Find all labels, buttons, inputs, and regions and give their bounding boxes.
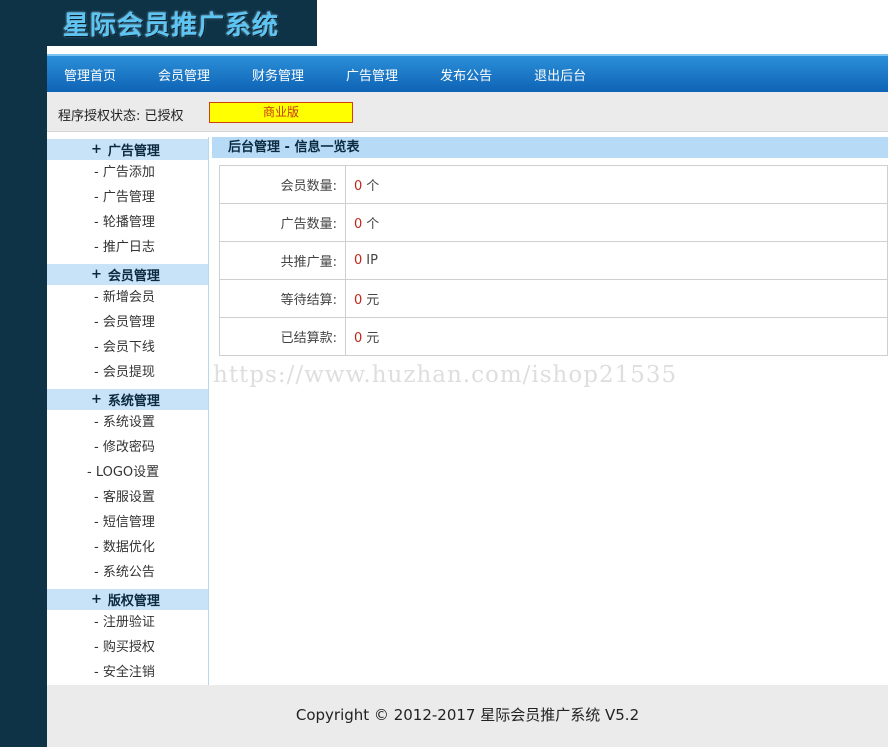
expand-plus-icon: + <box>91 592 102 607</box>
sidebar-item-change-password[interactable]: - 修改密码 <box>47 435 208 460</box>
top-navigation: 管理首页 会员管理 财务管理 广告管理 发布公告 退出后台 <box>47 54 888 92</box>
row-value: 0 <box>354 217 363 232</box>
main-content: 后台管理 - 信息一览表 会员数量: 0个 广告数量: 0个 共推广量: 0 IP… <box>212 137 888 356</box>
row-value: 0 <box>354 179 363 194</box>
sidebar-group-system[interactable]: + 系统管理 <box>47 389 208 410</box>
table-row: 已结算款: 0元 <box>219 317 888 356</box>
sidebar-item-member-downline[interactable]: - 会员下线 <box>47 335 208 360</box>
row-label: 共推广量: <box>219 241 346 280</box>
page-title: 后台管理 - 信息一览表 <box>212 137 888 158</box>
sidebar-group-title: 版权管理 <box>107 594 160 609</box>
nav-announcement[interactable]: 发布公告 <box>440 65 492 84</box>
sidebar-group-title: 会员管理 <box>107 269 160 284</box>
row-unit: 元 <box>366 331 380 346</box>
row-value-cell: 0 IP <box>345 241 888 280</box>
row-value-cell: 0个 <box>345 203 888 242</box>
sidebar-item-carousel[interactable]: - 轮播管理 <box>47 210 208 235</box>
license-status-label: 程序授权状态: 已授权 <box>58 109 184 124</box>
sidebar-group-copyright[interactable]: + 版权管理 <box>47 589 208 610</box>
sidebar-group-ads[interactable]: + 广告管理 <box>47 139 208 160</box>
table-row: 等待结算: 0元 <box>219 279 888 318</box>
sidebar-group-title: 系统管理 <box>107 394 160 409</box>
nav-ads[interactable]: 广告管理 <box>346 65 398 84</box>
row-label: 广告数量: <box>219 203 346 242</box>
sidebar-item-logo-settings[interactable]: - LOGO设置 <box>47 460 208 485</box>
table-row: 共推广量: 0 IP <box>219 241 888 280</box>
nav-finance[interactable]: 财务管理 <box>252 65 304 84</box>
sidebar-item-register-verify[interactable]: - 注册验证 <box>47 610 208 635</box>
license-edition-badge: 商业版 <box>209 102 353 123</box>
row-unit: 个 <box>366 179 380 194</box>
row-value: 0 <box>354 331 363 346</box>
nav-home[interactable]: 管理首页 <box>64 65 116 84</box>
sidebar-item-buy-license[interactable]: - 购买授权 <box>47 635 208 660</box>
nav-members[interactable]: 会员管理 <box>158 65 210 84</box>
logo: 星际会员推广系统 <box>47 0 317 46</box>
row-value: 0 <box>354 253 363 268</box>
sidebar: + 广告管理 - 广告添加 - 广告管理 - 轮播管理 - 推广日志 + 会员管… <box>47 137 209 685</box>
row-unit: 元 <box>366 293 380 308</box>
sidebar-item-sms-manage[interactable]: - 短信管理 <box>47 510 208 535</box>
sidebar-item-member-withdraw[interactable]: - 会员提现 <box>47 360 208 385</box>
left-dark-strip <box>0 0 47 747</box>
row-label: 等待结算: <box>219 279 346 318</box>
sidebar-item-add-member[interactable]: - 新增会员 <box>47 285 208 310</box>
row-unit: 个 <box>366 217 380 232</box>
row-label: 会员数量: <box>219 165 346 204</box>
sidebar-item-support-settings[interactable]: - 客服设置 <box>47 485 208 510</box>
table-row: 广告数量: 0个 <box>219 203 888 242</box>
sidebar-item-system-notice[interactable]: - 系统公告 <box>47 560 208 585</box>
row-label: 已结算款: <box>219 317 346 356</box>
row-value-cell: 0元 <box>345 317 888 356</box>
row-value-cell: 0元 <box>345 279 888 318</box>
sidebar-item-ad-add[interactable]: - 广告添加 <box>47 160 208 185</box>
row-value: 0 <box>354 293 363 308</box>
expand-plus-icon: + <box>91 142 102 157</box>
license-status-bar: 程序授权状态: 已授权 商业版 <box>47 92 888 132</box>
sidebar-item-secure-logout[interactable]: - 安全注销 <box>47 660 208 685</box>
info-table: 会员数量: 0个 广告数量: 0个 共推广量: 0 IP 等待结算: 0元 已结算… <box>219 165 888 356</box>
logo-title: 星际会员推广系统 <box>63 10 280 41</box>
sidebar-group-title: 广告管理 <box>107 144 160 159</box>
sidebar-item-system-settings[interactable]: - 系统设置 <box>47 410 208 435</box>
expand-plus-icon: + <box>91 267 102 282</box>
sidebar-item-data-optimize[interactable]: - 数据优化 <box>47 535 208 560</box>
sidebar-item-ad-manage[interactable]: - 广告管理 <box>47 185 208 210</box>
sidebar-item-promo-log[interactable]: - 推广日志 <box>47 235 208 260</box>
sidebar-group-members[interactable]: + 会员管理 <box>47 264 208 285</box>
table-row: 会员数量: 0个 <box>219 165 888 204</box>
watermark: https://www.huzhan.com/ishop21535 <box>213 362 678 388</box>
row-value-cell: 0个 <box>345 165 888 204</box>
expand-plus-icon: + <box>91 392 102 407</box>
nav-logout[interactable]: 退出后台 <box>534 65 586 84</box>
footer-copyright: Copyright © 2012-2017 星际会员推广系统 V5.2 <box>47 685 888 747</box>
row-unit: IP <box>366 253 378 268</box>
sidebar-item-member-manage[interactable]: - 会员管理 <box>47 310 208 335</box>
